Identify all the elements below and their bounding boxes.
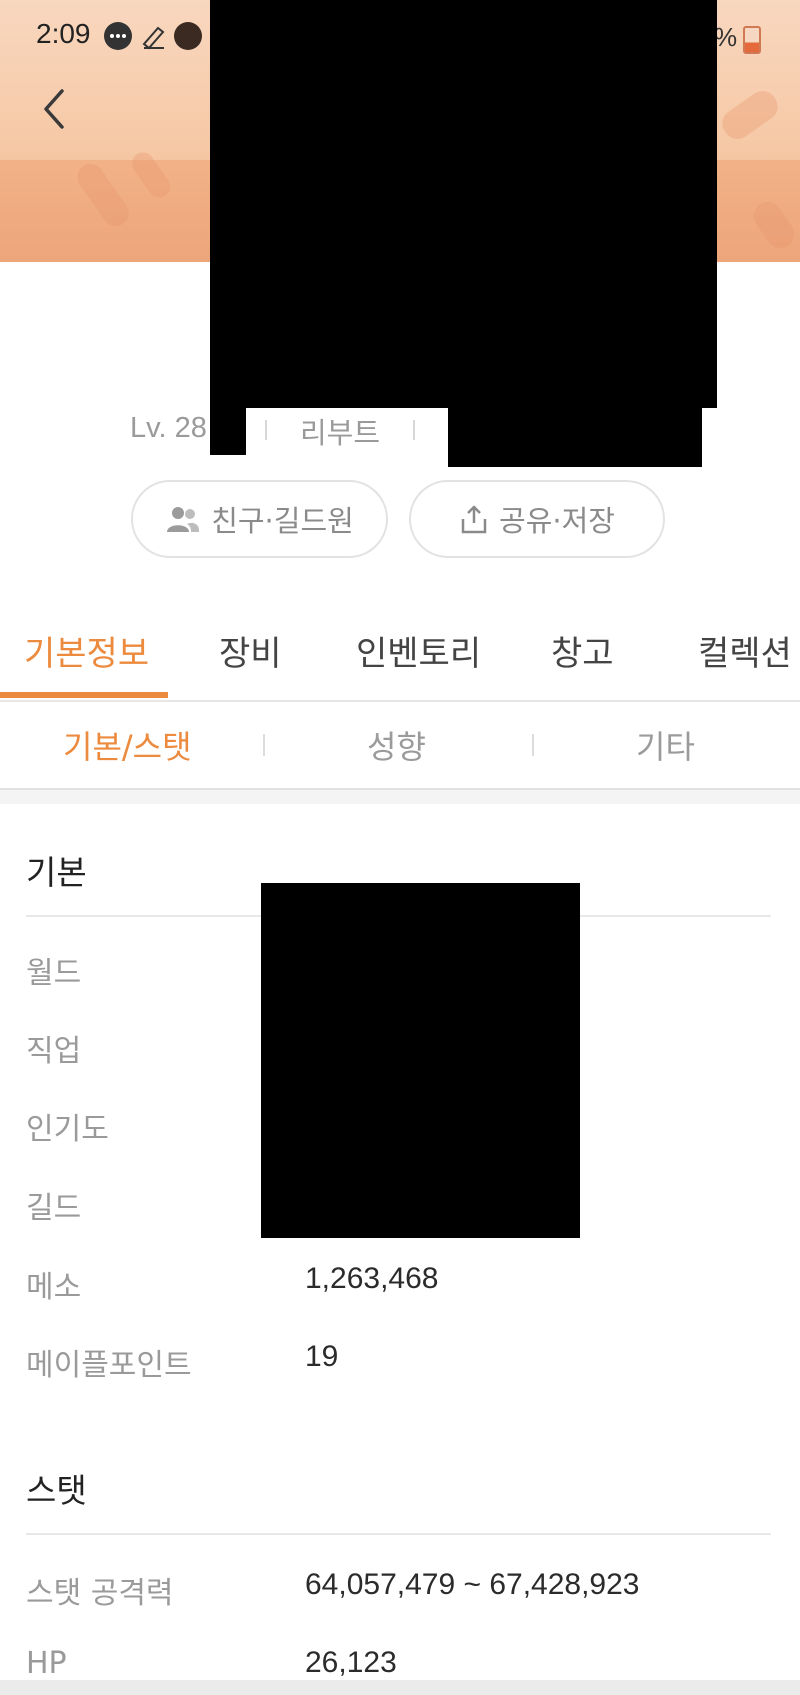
tab-inventory[interactable]: 인벤토리 [356, 626, 481, 675]
hp-label: HP [26, 1646, 67, 1681]
tab-collection[interactable]: 컬렉션 [698, 626, 792, 675]
chevron-left-icon [44, 89, 64, 129]
job-label: 직업 [26, 1034, 82, 1069]
edit-note-icon [140, 22, 168, 50]
stats-section-title: 스탯 [26, 1471, 87, 1510]
maple-point-label: 메이플포인트 [26, 1348, 192, 1383]
basic-section-title: 기본 [26, 853, 87, 892]
section-gap [0, 790, 800, 804]
back-button[interactable] [34, 82, 74, 136]
share-save-label: 공유·저장 [499, 504, 615, 538]
stat-attack-value: 64,057,479 ~ 67,428,923 [305, 1568, 640, 1601]
section-divider [26, 1533, 771, 1535]
meta-divider [413, 420, 415, 440]
subtab-divider [532, 734, 534, 756]
stat-attack-label: 스탯 공격력 [26, 1576, 174, 1611]
battery-percent: % [714, 22, 738, 52]
meta-divider [265, 420, 267, 440]
tab-storage[interactable]: 창고 [551, 626, 614, 675]
battery-icon [743, 26, 761, 54]
chat-bubble-icon [104, 22, 132, 50]
app-notification-icon [174, 22, 202, 50]
meso-label: 메소 [26, 1270, 82, 1305]
active-tab-indicator [0, 692, 168, 698]
people-icon [167, 507, 200, 532]
meso-value: 1,263,468 [305, 1262, 439, 1295]
subtab-etc[interactable]: 기타 [636, 722, 695, 768]
redacted-basic-values [261, 883, 580, 1238]
tab-equipment[interactable]: 장비 [219, 626, 282, 675]
banner-decoration [716, 85, 784, 145]
friends-guild-label: 친구·길드원 [211, 504, 354, 538]
profile-meta-row: Lv. 28 리부트 [0, 408, 800, 452]
sub-tabs: 기본/스탯 성향 기타 [0, 700, 800, 790]
guild-label: 길드 [26, 1191, 82, 1226]
subtab-basic-stats[interactable]: 기본/스탯 [63, 722, 192, 768]
friends-guild-button[interactable]: 친구·길드원 [131, 480, 388, 558]
server-name: 리부트 [300, 416, 381, 450]
character-level: Lv. 28 [130, 412, 207, 444]
share-save-button[interactable]: 공유·저장 [409, 480, 665, 558]
bottom-edge [0, 1680, 800, 1695]
tab-basic-info[interactable]: 기본정보 [24, 626, 149, 675]
world-label: 월드 [26, 956, 82, 991]
main-tabs: 기본정보 장비 인벤토리 창고 컬렉션 [0, 620, 800, 702]
subtab-divider [263, 734, 265, 756]
redacted-avatar [210, 0, 717, 408]
maple-point-value: 19 [305, 1340, 339, 1373]
popularity-label: 인기도 [26, 1112, 109, 1147]
share-icon [461, 505, 487, 534]
hp-value: 26,123 [305, 1646, 397, 1679]
status-time: 2:09 [36, 18, 91, 49]
subtab-tendency[interactable]: 성향 [367, 722, 426, 768]
